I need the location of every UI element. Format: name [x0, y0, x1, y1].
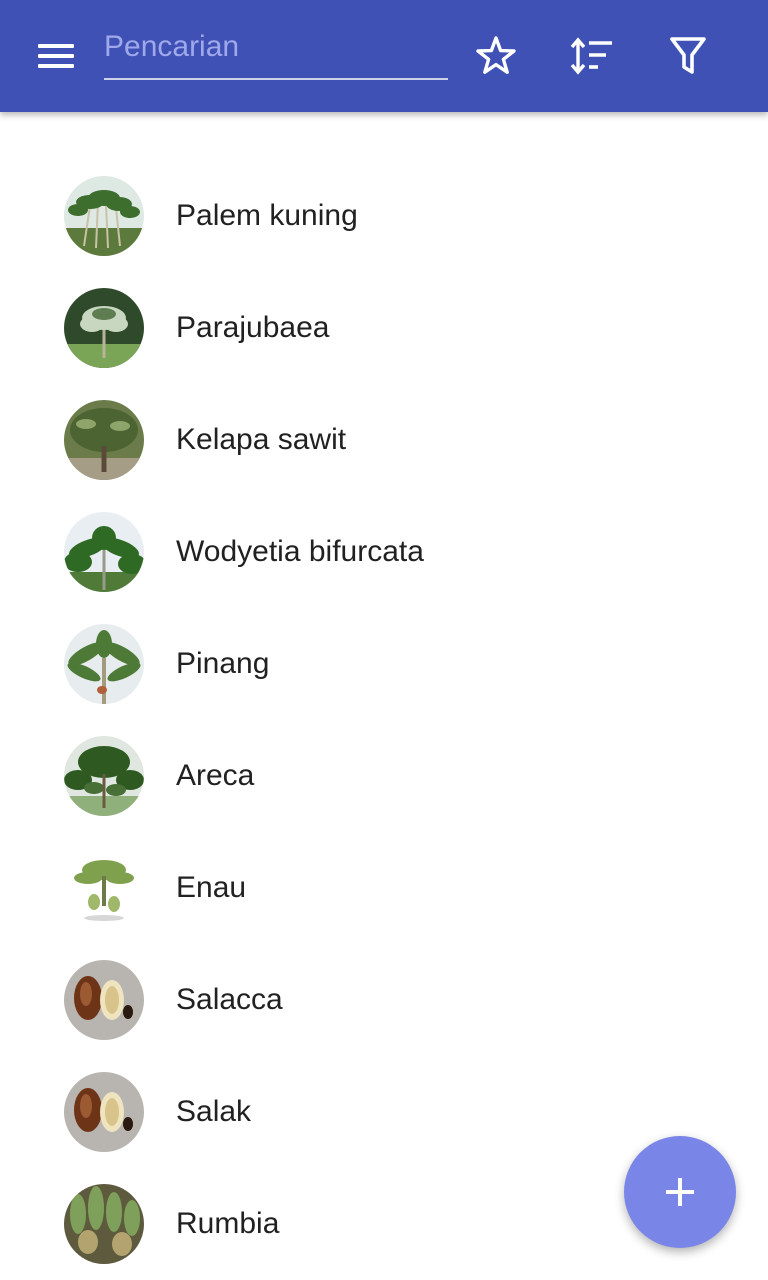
add-button[interactable] — [624, 1136, 736, 1248]
list-item-label: Pinang — [176, 647, 270, 680]
list-item[interactable]: Kelapa sawit — [0, 384, 768, 496]
star-outline-icon[interactable] — [468, 28, 524, 84]
tall-palm-thumbnail — [64, 288, 144, 368]
oil-palm-thumbnail — [64, 400, 144, 480]
list-item[interactable]: Palem kuning — [0, 160, 768, 272]
app-bar — [0, 0, 768, 112]
sort-icon[interactable] — [564, 28, 620, 84]
list-item[interactable]: Parajubaea — [0, 272, 768, 384]
list-item-label: Salak — [176, 1095, 252, 1128]
list-item-label: Parajubaea — [176, 311, 330, 344]
list-item-label: Rumbia — [176, 1207, 280, 1240]
list-item[interactable]: Salacca — [0, 944, 768, 1056]
snake-fruit-thumbnail — [64, 1072, 144, 1152]
palm-grove-thumbnail — [64, 176, 144, 256]
list-item[interactable]: Enau — [0, 832, 768, 944]
plus-icon — [666, 1178, 694, 1206]
areca-palm-thumbnail — [64, 624, 144, 704]
list-item-label: Enau — [176, 871, 247, 904]
list-item[interactable]: Wodyetia bifurcata — [0, 496, 768, 608]
list-item-label: Wodyetia bifurcata — [176, 535, 424, 568]
menu-icon[interactable] — [28, 36, 84, 76]
list-item-label: Areca — [176, 759, 255, 792]
sugar-palm-thumbnail — [64, 848, 144, 928]
sago-palm-thumbnail — [64, 1184, 144, 1264]
foxtail-palm-thumbnail — [64, 512, 144, 592]
list-item-label: Kelapa sawit — [176, 423, 347, 456]
list-item[interactable]: Pinang — [0, 608, 768, 720]
filter-icon[interactable] — [660, 28, 716, 84]
search-field — [104, 24, 448, 82]
areca-garden-thumbnail — [64, 736, 144, 816]
list-item-label: Salacca — [176, 983, 283, 1016]
search-input[interactable] — [104, 24, 448, 80]
snake-fruit-thumbnail — [64, 960, 144, 1040]
list-item[interactable]: Areca — [0, 720, 768, 832]
list-item-label: Palem kuning — [176, 199, 358, 232]
